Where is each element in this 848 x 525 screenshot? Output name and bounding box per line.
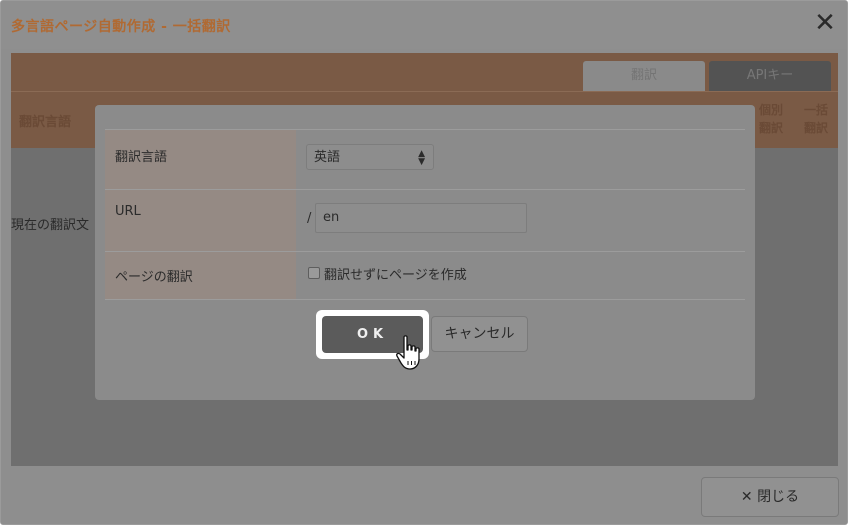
column-header-bulk-line2: 翻訳: [803, 121, 828, 135]
field-label-url: URL: [115, 204, 141, 219]
url-prefix: /: [307, 211, 312, 226]
up-down-arrows-icon: ▲ ▼: [418, 149, 425, 167]
field-label-page-translate: ページの翻訳: [115, 270, 193, 285]
tab-translate[interactable]: 翻訳: [583, 61, 705, 91]
form-row-url: URL / en: [105, 189, 745, 252]
create-without-translation-checkbox[interactable]: [308, 267, 320, 279]
field-label-cell: ページの翻訳: [105, 252, 296, 299]
cancel-button[interactable]: キャンセル: [431, 316, 528, 352]
language-select-value: 英語: [314, 150, 341, 165]
column-header-bulk-line1: 一括: [803, 103, 828, 117]
field-value-cell: 翻訳せずにページを作成: [296, 252, 745, 299]
column-header-individual-line2: 翻訳: [758, 121, 783, 135]
column-header-individual: 個別 翻訳: [756, 101, 786, 137]
form-row-page-translate: ページの翻訳 翻訳せずにページを作成: [105, 251, 745, 300]
close-button[interactable]: ✕ 閉じる: [701, 477, 839, 517]
field-value-cell: 英語 ▲ ▼: [296, 130, 745, 190]
title-bar: 多言語ページ自動作成 - 一括翻訳 ✕: [1, 1, 847, 49]
header-divider: [11, 91, 838, 92]
translate-modal: 翻訳言語 英語 ▲▼ URL / en ページの翻訳 翻訳せずにページを作成: [95, 105, 755, 400]
column-header-bulk: 一括 翻訳: [801, 101, 831, 137]
column-header-individual-line1: 個別: [758, 103, 783, 117]
create-without-translation-label[interactable]: 翻訳せずにページを作成: [324, 264, 467, 283]
hand-pointer-icon: [396, 335, 420, 370]
language-select[interactable]: 英語 ▲ ▼: [306, 144, 434, 170]
field-label-cell: URL: [105, 190, 296, 252]
field-label-language: 翻訳言語: [115, 150, 168, 165]
field-value-cell: / en: [296, 190, 745, 252]
dialog-window: 多言語ページ自動作成 - 一括翻訳 ✕ 翻訳 APIキー 翻訳言語 個別 翻訳 …: [0, 0, 848, 525]
field-label-cell: 翻訳言語: [105, 130, 296, 190]
url-input[interactable]: en: [315, 203, 527, 233]
column-header-language: 翻訳言語: [19, 115, 72, 130]
tab-api-key[interactable]: APIキー: [709, 61, 831, 91]
form-row-language: 翻訳言語 英語 ▲ ▼: [105, 129, 745, 190]
dialog-footer: ✕ 閉じる: [1, 467, 847, 524]
background-body-text: 現在の翻訳文: [11, 218, 90, 233]
dialog-title: 多言語ページ自動作成 - 一括翻訳: [11, 19, 231, 35]
close-icon[interactable]: ✕: [813, 10, 837, 37]
